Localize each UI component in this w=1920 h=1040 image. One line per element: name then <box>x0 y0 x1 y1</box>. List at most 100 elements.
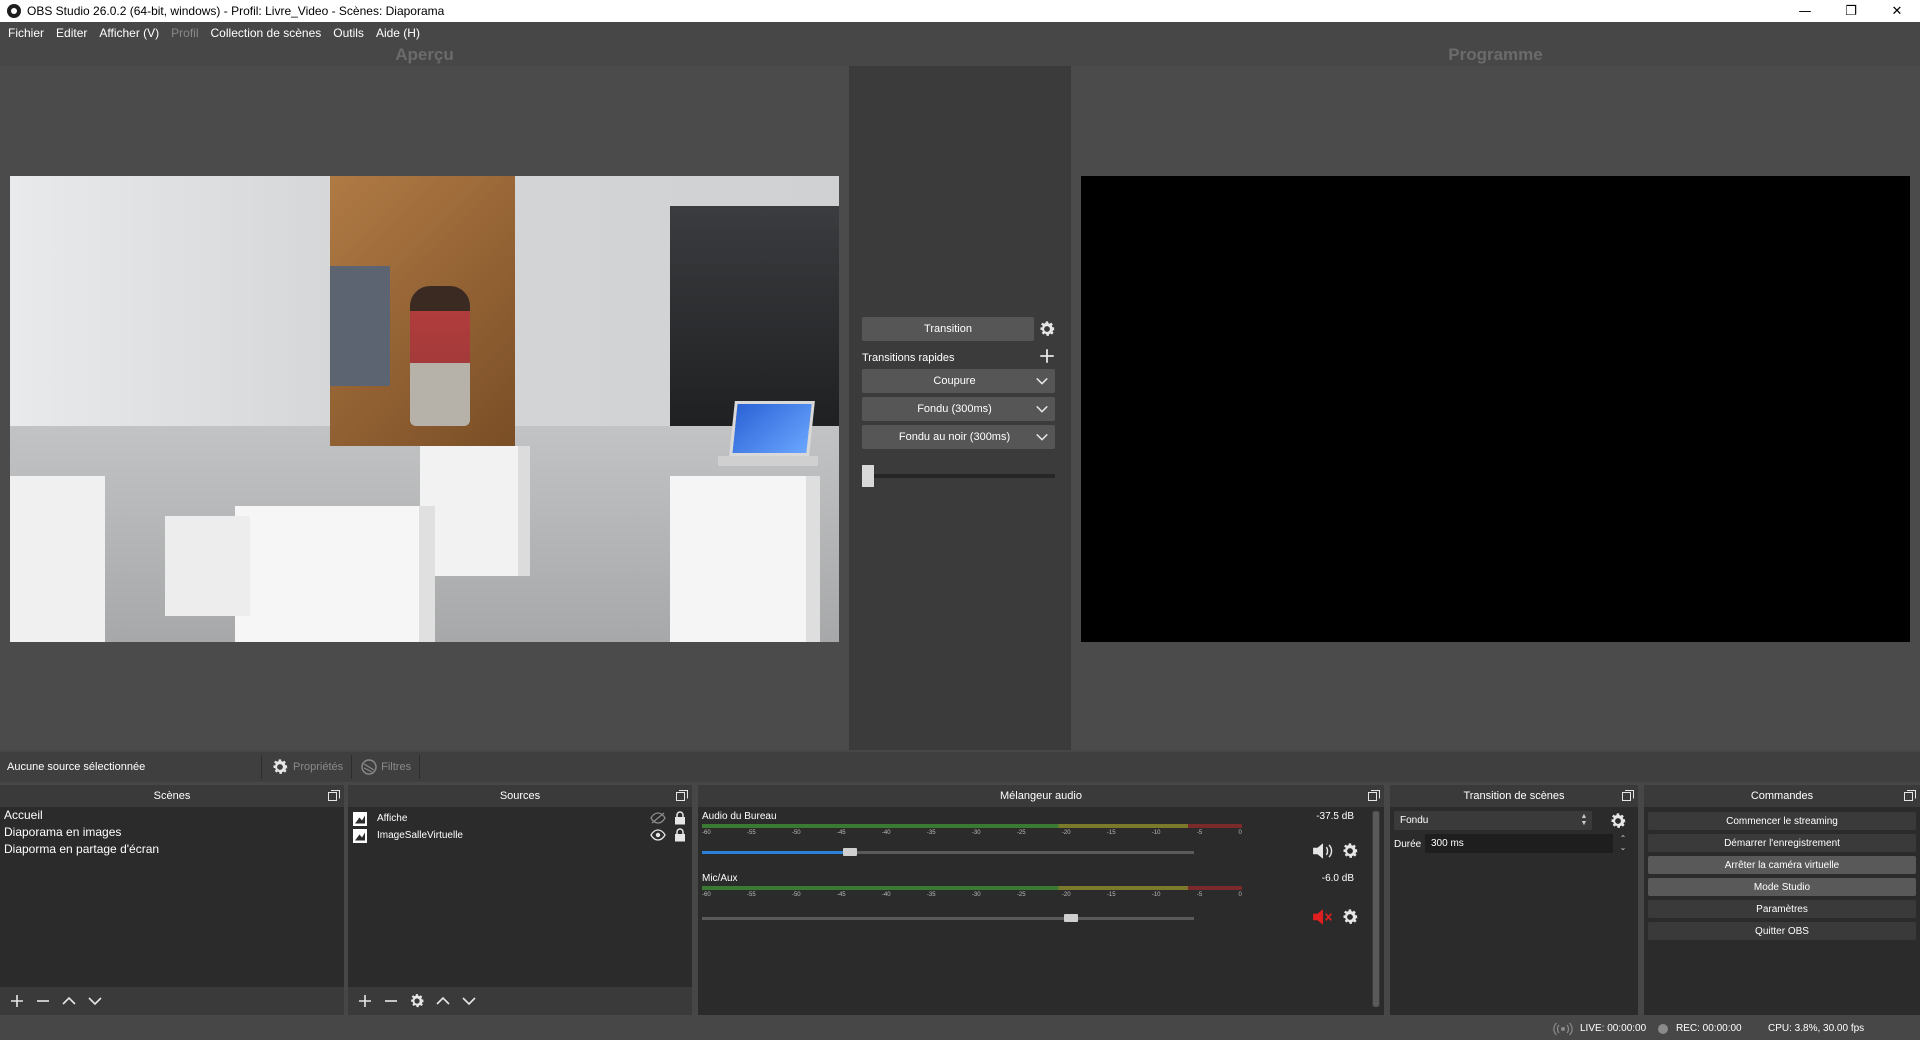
add-source-plus-icon[interactable] <box>352 990 378 1012</box>
tick-label: -15 <box>1106 892 1116 898</box>
speaker-muted-icon[interactable] <box>1312 908 1334 926</box>
audio-meter-ticks: -60 -55 -50 -45 -40 -35 -30 -25 -20 -15 … <box>702 830 1242 840</box>
float-window-icon[interactable] <box>1904 790 1916 802</box>
mixer-dock-title: Mélangeur audio <box>698 785 1384 807</box>
scene-up-arrow-up-icon[interactable] <box>56 990 82 1012</box>
quick-transition-cut[interactable]: Coupure <box>862 369 1055 393</box>
source-item[interactable]: ImageSalleVirtuelle <box>348 827 692 844</box>
properties-button[interactable]: Propriétés <box>262 755 353 779</box>
add-scene-plus-icon[interactable] <box>4 990 30 1012</box>
image-source-icon <box>353 828 367 843</box>
menu-editer[interactable]: Editer <box>50 26 93 40</box>
transition-select[interactable]: Fondu ▲ ▼ <box>1394 811 1592 830</box>
scenes-toolbar <box>0 987 344 1015</box>
mixer-scrollbar[interactable] <box>1372 811 1380 1007</box>
cpu-fps: CPU: 3.8%, 30.00 fps <box>1768 1023 1865 1034</box>
float-window-icon[interactable] <box>676 790 688 802</box>
menu-afficher[interactable]: Afficher (V) <box>93 26 165 40</box>
add-quick-transition-plus-icon[interactable] <box>1036 345 1058 367</box>
lock-icon[interactable] <box>674 811 686 825</box>
close-button[interactable]: ✕ <box>1874 0 1920 22</box>
remove-source-minus-icon[interactable] <box>378 990 404 1012</box>
tick-label: -10 <box>1151 892 1161 898</box>
restore-button[interactable]: ❐ <box>1828 0 1874 22</box>
audio-channel-name: Mic/Aux <box>702 873 738 884</box>
quick-transitions-label: Transitions rapides <box>862 352 955 364</box>
minimize-button[interactable]: — <box>1782 0 1828 22</box>
quick-transition-fade-black[interactable]: Fondu au noir (300ms) <box>862 425 1055 449</box>
scenes-title: Scènes <box>153 790 191 802</box>
duration-input[interactable]: 300 ms <box>1425 834 1613 853</box>
channel-settings-gear-icon[interactable] <box>1340 907 1360 927</box>
tick-label: -55 <box>746 892 756 898</box>
chevron-down-icon[interactable] <box>1029 397 1055 421</box>
float-window-icon[interactable] <box>1368 790 1380 802</box>
transition-settings-gear-icon[interactable] <box>1036 318 1058 340</box>
tick-label: -45 <box>836 830 846 836</box>
speaker-icon[interactable] <box>1312 842 1334 860</box>
transition-button[interactable]: Transition <box>862 317 1034 341</box>
volume-handle[interactable] <box>1064 914 1078 922</box>
remove-scene-minus-icon[interactable] <box>30 990 56 1012</box>
stop-virtual-camera-button[interactable]: Arrêter la caméra virtuelle <box>1648 856 1916 874</box>
quick-transition-fade-label: Fondu (300ms) <box>917 403 992 415</box>
transition-tbar[interactable] <box>862 464 1055 487</box>
menu-profil[interactable]: Profil <box>165 26 204 40</box>
source-up-arrow-up-icon[interactable] <box>430 990 456 1012</box>
chevron-down-icon[interactable] <box>1029 369 1055 393</box>
scene-cube-small <box>165 516 250 616</box>
filters-label: Filtres <box>381 761 412 773</box>
float-window-icon[interactable] <box>328 790 340 802</box>
volume-slider[interactable] <box>702 848 1194 856</box>
transition-properties-gear-icon[interactable] <box>1608 811 1628 831</box>
preview-panel[interactable] <box>0 66 849 750</box>
tick-label: -60 <box>702 830 711 836</box>
tick-label: -10 <box>1151 830 1161 836</box>
tbar-handle[interactable] <box>862 465 874 487</box>
mixer-scrollbar-thumb[interactable] <box>1373 811 1379 1007</box>
sources-list: Affiche ImageSalleVirtuelle <box>348 807 692 1015</box>
exit-obs-button[interactable]: Quitter OBS <box>1648 922 1916 940</box>
channel-settings-gear-icon[interactable] <box>1340 841 1360 861</box>
start-recording-button[interactable]: Démarrer l'enregistrement <box>1648 834 1916 852</box>
scene-item[interactable]: Accueil <box>0 807 344 824</box>
scene-dark-room <box>670 206 839 426</box>
source-down-arrow-down-icon[interactable] <box>456 990 482 1012</box>
mixer-body: Audio du Bureau -37.5 dB -60 -55 -50 -45… <box>698 807 1384 1015</box>
volume-fill <box>702 851 850 854</box>
duration-spinner-icon[interactable]: ⌃ ⌄ <box>1616 834 1630 853</box>
studio-mode-button[interactable]: Mode Studio <box>1648 878 1916 896</box>
quick-transition-fade[interactable]: Fondu (300ms) <box>862 397 1055 421</box>
menu-fichier[interactable]: Fichier <box>2 26 50 40</box>
source-properties-gear-icon[interactable] <box>404 990 430 1012</box>
scene-cube-right <box>670 476 820 642</box>
menu-bar: Fichier Editer Afficher (V) Profil Colle… <box>0 22 1920 44</box>
float-window-icon[interactable] <box>1622 790 1634 802</box>
menu-aide[interactable]: Aide (H) <box>370 26 426 40</box>
filters-button[interactable]: Filtres <box>352 755 421 779</box>
tick-label: -5 <box>1196 830 1203 836</box>
audio-meter-ticks: -60 -55 -50 -45 -40 -35 -30 -25 -20 -15 … <box>702 892 1242 902</box>
volume-handle[interactable] <box>843 848 857 856</box>
lock-icon[interactable] <box>674 828 686 842</box>
eye-icon[interactable] <box>650 829 666 841</box>
no-source-selected-label: Aucune source sélectionnée <box>0 755 262 779</box>
eye-hidden-icon[interactable] <box>650 812 666 824</box>
menu-collection-scenes[interactable]: Collection de scènes <box>205 26 328 40</box>
source-item[interactable]: Affiche <box>348 810 692 827</box>
scene-item[interactable]: Diaporma en partage d'écran <box>0 841 344 858</box>
volume-slider[interactable] <box>702 914 1194 922</box>
scene-cube-front <box>235 506 435 642</box>
sources-toolbar <box>348 987 692 1015</box>
tick-label: -50 <box>791 830 801 836</box>
scene-doorway-inner <box>330 266 390 386</box>
scene-item[interactable]: Diaporama en images <box>0 824 344 841</box>
chevron-down-icon[interactable] <box>1029 425 1055 449</box>
menu-outils[interactable]: Outils <box>327 26 370 40</box>
preview-canvas[interactable] <box>10 176 839 642</box>
scene-down-arrow-down-icon[interactable] <box>82 990 108 1012</box>
settings-button[interactable]: Paramètres <box>1648 900 1916 918</box>
tick-label: -40 <box>881 892 891 898</box>
start-streaming-button[interactable]: Commencer le streaming <box>1648 812 1916 830</box>
select-arrows-icon: ▲ ▼ <box>1580 813 1588 827</box>
